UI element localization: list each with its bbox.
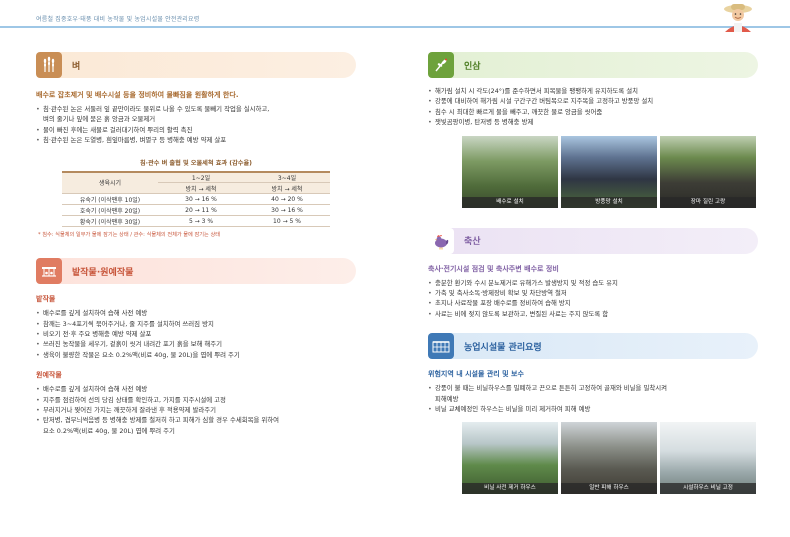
photo-fixed-vinyl: 시설하우스 비닐 고정 [660, 422, 756, 495]
list-item: 해가림 설치 시 각도(24°)를 준수하면서 피복물을 팽팽하게 유지하도록 … [428, 86, 758, 97]
list-item: 사료는 비에 젖지 않도록 보관하고, 변질된 사료는 주지 않도록 함 [428, 309, 758, 320]
list-item: 충분한 환기와 수시 분뇨제거로 유해가스 발생방지 및 적정 습도 유지 [428, 278, 758, 289]
list-item: 초지나 사료작물 포장 배수로를 정비하여 습해 방지 [428, 298, 758, 309]
livestock-title: 축산 [464, 237, 481, 248]
photo-removed-vinyl: 비닐 사전 제거 하우스 [462, 422, 558, 495]
livestock-bullets: 충분한 환기와 수시 분뇨제거로 유해가스 발생방지 및 적정 습도 유지 가축… [428, 278, 758, 320]
ginseng-bullets: 해가림 설치 시 각도(24°)를 준수하면서 피복물을 팽팽하게 유지하도록 … [428, 86, 758, 128]
list-item: 부러지거나 찢어진 가지는 깨끗하게 잘라낸 후 적용약제 발라주기 [36, 405, 356, 416]
list-item: 생육이 불량한 작물은 요소 0.2%액(비료 40g, 물 20L)을 엽에 … [36, 350, 356, 361]
livestock-section-header: 축산 [428, 227, 758, 254]
table-col-header: 생육시기 [62, 170, 158, 195]
header-divider [0, 26, 790, 28]
list-item: 가축 및 축사소독·방제장비 확보 및 차단방역 철저 [428, 288, 758, 299]
list-item: 배수로를 깊게 설치하여 습해 사전 예방 [36, 384, 356, 395]
rice-table-note: * 침수: 식물체의 일부가 물에 잠기는 상태 / 관수: 식물체의 전체가 … [38, 232, 220, 239]
rice-title: 벼 [72, 61, 81, 72]
list-item: 침·관수된 논은 서둘러 잎 끝만이라도 물위로 나올 수 있도록 물빼기 작업… [36, 104, 356, 125]
ginseng-title: 인삼 [464, 61, 481, 72]
table-group-header: 3~4일 [244, 170, 330, 184]
rice-section-header: 벼 [36, 52, 356, 78]
list-item: 침수 시 최대한 빠르게 물을 빼주고, 깨끗한 물로 앙금을 씻어줌 [428, 107, 758, 118]
greenhouse-icon [36, 258, 62, 285]
ginseng-section-header: 인삼 [428, 52, 758, 78]
rice-table-title: 침·관수 벼 출협 및 오물세척 효과 (감수율) [139, 159, 252, 167]
table-group-header: 1~2일 [158, 170, 244, 184]
table-row: 유숙기 (이삭팬후 10일) 30 → 16 % 40 → 20 % [62, 193, 330, 206]
list-item: 강풍에 대비하여 해가림 시설 구간구간 버팀목으로 지주목을 고정하고 방풍망… [428, 96, 758, 107]
field-sub1: 밭작물 [36, 295, 56, 304]
greenhouse-frame-icon [428, 333, 454, 360]
table-row: 황숙기 (이삭팬후 30일) 5 → 3 % 10 → 5 % [62, 215, 330, 228]
table-sub-header: 방치 → 세척 [158, 182, 244, 195]
rice-effect-table: 생육시기 1~2일 3~4일 방치 → 세척 방치 → 세척 유숙기 (이삭팬후… [62, 170, 330, 228]
header-title: 여름철 집중호우·태풍 대비 농작물 및 농업시설물 안전관리요령 [36, 16, 200, 23]
table-sub-header: 방치 → 세척 [244, 182, 330, 195]
list-item: 비닐 교체예정인 하우스는 비닐을 미리 제거하여 피해 예방 [428, 404, 758, 415]
farmer-illustration-icon [724, 4, 752, 32]
rooster-icon [428, 227, 454, 254]
rice-lead: 배수로 잡초제거 및 배수시설 등을 정비하여 물빠짐을 원활하게 한다. [36, 91, 239, 99]
photo-windbreak: 방풍망 설치 [561, 135, 657, 208]
wheat-icon [36, 52, 62, 78]
facility-bullets: 강풍이 불 때는 비닐하우스를 밀폐하고 끈으로 튼튼히 고정하여 골재와 비닐… [428, 383, 758, 415]
field-title: 밭작물·원예작물 [72, 267, 134, 278]
list-item: 잿빛곰팡이병, 탄저병 등 병해충 방제 [428, 117, 758, 128]
page-header: 여름철 집중호우·태풍 대비 농작물 및 농업시설물 안전관리요령 [0, 0, 790, 32]
list-item: 쓰러진 농작물을 세우기, 겉흙이 씻겨 내려간 포기 흙을 보해 해주기 [36, 339, 356, 350]
field-section-header: 밭작물·원예작물 [36, 258, 356, 285]
photo-furrow: 장마 질린 고랑 [660, 135, 756, 208]
list-item: 지주를 점검하여 선의 당김 상태를 확인하고, 가지를 지주시설에 고정 [36, 395, 356, 406]
list-item: 배수로를 깊게 설치하여 습해 사전 예방 [36, 308, 356, 319]
ginseng-icon [428, 52, 454, 78]
table-row: 호숙기 (이삭팬후 20일) 20 → 11 % 30 → 16 % [62, 204, 330, 217]
photo-damaged-house: 일반 피해 하우스 [561, 422, 657, 495]
rice-bullets: 침·관수된 논은 서둘러 잎 끝만이라도 물위로 나올 수 있도록 물빼기 작업… [36, 104, 356, 146]
list-item: 강풍이 불 때는 비닐하우스를 밀폐하고 끈으로 튼튼히 고정하여 골재와 비닐… [428, 383, 758, 404]
ginseng-photos: 배수로 설치 방풍망 설치 장마 질린 고랑 [462, 135, 758, 208]
facility-title: 농업시설물 관리요령 [464, 342, 542, 353]
photo-drainage: 배수로 설치 [462, 135, 558, 208]
list-item: 참깨는 3~4포기씩 묶어주거나, 줄 지주를 설치하여 쓰러짐 방지 [36, 319, 356, 330]
facility-photos: 비닐 사전 제거 하우스 일반 피해 하우스 시설하우스 비닐 고정 [462, 422, 758, 495]
list-item: 물이 빠진 후에는 새물로 걸러대기하여 뿌리의 활력 촉진 [36, 125, 356, 136]
list-item: 비오기 전·후 주요 병해충 예방 약제 살포 [36, 329, 356, 340]
facility-sub: 위험지역 내 시설물 관리 및 보수 [428, 370, 524, 379]
field-bullets1: 배수로를 깊게 설치하여 습해 사전 예방 참깨는 3~4포기씩 묶어주거나, … [36, 308, 356, 360]
facility-section-header: 농업시설물 관리요령 [428, 333, 758, 360]
list-item: 침·관수된 논은 도열병, 흰잎마름병, 벼멸구 등 병해충 예방 약제 살포 [36, 135, 356, 146]
livestock-sub: 축사·전기시설 점검 및 축사주변 배수로 정비 [428, 264, 559, 273]
list-item: 탄저병, 겹무늬썩음병 등 병해충 방제를 철저히 하고 피해가 심할 경우 수… [36, 415, 356, 436]
field-sub2: 원예작물 [36, 371, 62, 380]
right-column: 인삼 해가림 설치 시 각도(24°)를 준수하면서 피복물을 팽팽하게 유지하… [428, 52, 758, 495]
left-column: 벼 배수로 잡초제거 및 배수시설 등을 정비하여 물빠짐을 원활하게 한다. … [36, 52, 356, 436]
field-bullets2: 배수로를 깊게 설치하여 습해 사전 예방 지주를 점검하여 선의 당김 상태를… [36, 384, 356, 436]
